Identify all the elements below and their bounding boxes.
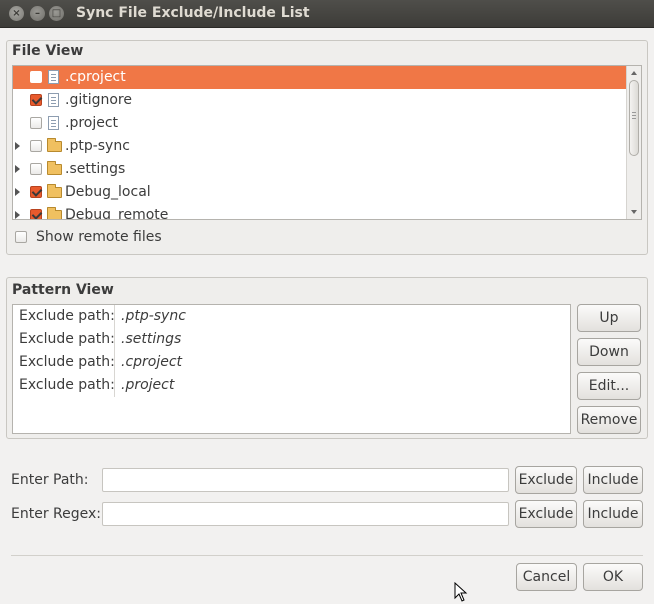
down-button[interactable]: Down [577, 338, 641, 366]
cancel-button[interactable]: Cancel [516, 563, 577, 591]
pattern-type: Exclude path: [19, 377, 115, 393]
column-divider [114, 351, 115, 374]
pattern-type: Exclude path: [19, 308, 115, 324]
pattern-value: .project [121, 377, 175, 393]
pattern-value: .settings [121, 331, 182, 347]
pattern-value: .ptp-sync [121, 308, 186, 324]
tree-row-checkbox[interactable] [30, 117, 42, 129]
edit-button[interactable]: Edit... [577, 372, 641, 400]
expander-arrow-icon[interactable] [15, 211, 20, 219]
footer-separator [11, 555, 643, 556]
pattern-view-title: Pattern View [12, 282, 114, 298]
tree-row-checkbox[interactable] [30, 209, 42, 219]
file-icon [48, 93, 59, 107]
pattern-type: Exclude path: [19, 354, 115, 370]
minimize-icon[interactable]: – [30, 6, 45, 21]
expander-arrow-icon[interactable] [15, 165, 20, 173]
scroll-down-arrow-icon[interactable] [631, 210, 637, 214]
tree-row-label: .gitignore [65, 92, 132, 108]
pattern-row[interactable]: Exclude path: .ptp-sync [13, 305, 570, 328]
folder-icon [47, 138, 62, 152]
close-icon[interactable]: × [9, 6, 24, 21]
tree-row[interactable]: .cproject [13, 66, 626, 89]
tree-row-checkbox[interactable] [30, 163, 42, 175]
include-path-button[interactable]: Include [583, 466, 643, 494]
folder-icon [47, 161, 62, 175]
window-title: Sync File Exclude/Include List [76, 5, 310, 21]
tree-row[interactable]: .ptp-sync [13, 135, 626, 158]
scroll-up-arrow-icon[interactable] [631, 71, 637, 75]
pattern-row[interactable]: Exclude path: .project [13, 374, 570, 397]
tree-row[interactable]: .gitignore [13, 89, 626, 112]
tree-row[interactable]: Debug_local [13, 181, 626, 204]
tree-row-checkbox[interactable] [30, 94, 42, 106]
file-icon [48, 70, 59, 84]
exclude-path-button[interactable]: Exclude [515, 466, 577, 494]
tree-row-label: Debug_local [65, 184, 151, 200]
tree-scrollbar[interactable] [626, 66, 641, 219]
pattern-value: .cproject [121, 354, 183, 370]
tree-row[interactable]: Debug_remote [13, 204, 626, 220]
pattern-row[interactable]: Exclude path: .cproject [13, 351, 570, 374]
exclude-regex-button[interactable]: Exclude [515, 500, 577, 528]
expander-arrow-icon[interactable] [15, 188, 20, 196]
column-divider [114, 305, 115, 328]
tree-row-label: .ptp-sync [65, 138, 130, 154]
file-tree[interactable]: .cproject .gitignore .project .ptp-sync … [12, 65, 642, 220]
column-divider [114, 374, 115, 397]
regex-input[interactable] [102, 502, 509, 526]
pattern-type: Exclude path: [19, 331, 115, 347]
scroll-thumb[interactable] [629, 80, 639, 156]
path-input[interactable] [102, 468, 509, 492]
show-remote-files-checkbox[interactable] [15, 231, 27, 243]
folder-icon [47, 184, 62, 198]
up-button[interactable]: Up [577, 304, 641, 332]
column-divider [114, 328, 115, 351]
show-remote-files-label: Show remote files [36, 229, 162, 245]
ok-button[interactable]: OK [583, 563, 643, 591]
tree-row[interactable]: .settings [13, 158, 626, 181]
enter-path-label: Enter Path: [11, 472, 89, 488]
expander-arrow-icon[interactable] [15, 142, 20, 150]
folder-icon [47, 207, 62, 219]
maximize-icon[interactable]: □ [49, 6, 64, 21]
tree-row[interactable]: .project [13, 112, 626, 135]
mouse-pointer-icon [454, 582, 468, 602]
file-view-title: File View [12, 43, 84, 59]
tree-row-label: Debug_remote [65, 207, 169, 220]
tree-row-checkbox[interactable] [30, 186, 42, 198]
file-icon [48, 116, 59, 130]
pattern-row[interactable]: Exclude path: .settings [13, 328, 570, 351]
tree-row-checkbox[interactable] [30, 140, 42, 152]
enter-regex-label: Enter Regex: [11, 506, 101, 522]
tree-row-checkbox[interactable] [30, 71, 42, 83]
pattern-list[interactable]: Exclude path: .ptp-sync Exclude path: .s… [12, 304, 571, 434]
window-titlebar[interactable]: × – □ Sync File Exclude/Include List [0, 0, 654, 28]
tree-row-label: .settings [65, 161, 126, 177]
tree-row-label: .cproject [65, 69, 126, 85]
include-regex-button[interactable]: Include [583, 500, 643, 528]
remove-button[interactable]: Remove [577, 406, 641, 434]
tree-row-label: .project [65, 115, 119, 131]
